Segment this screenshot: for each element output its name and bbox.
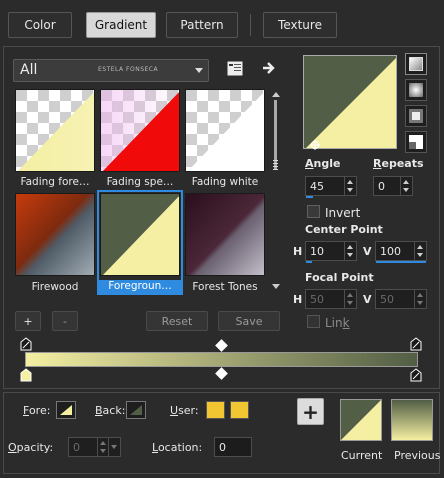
current-label: Current [341,449,383,462]
center-v-label: V [363,245,372,258]
gradient-preview[interactable] [303,55,397,149]
watermark-text: ESTELA FONSECA [98,66,159,73]
gradient-label: Fading white [191,176,259,188]
radial-style-button[interactable] [405,79,427,101]
angle-slider[interactable] [306,196,313,198]
tab-color[interactable]: Color [8,12,72,38]
repeats-input[interactable]: 0 [373,176,413,196]
gradient-thumb-foreground[interactable] [100,193,180,276]
repeats-spinner[interactable] [400,177,412,195]
back-label: Back: [95,404,126,417]
linear-style-button[interactable] [405,53,427,75]
gradient-label-selected: Foregroun… [99,280,181,294]
current-swatch[interactable] [340,399,382,441]
tab-separator [250,14,251,36]
scroll-grip-icon [273,160,278,172]
remove-gradient-button[interactable]: - [52,311,78,331]
angle-spinner[interactable] [344,177,356,195]
center-h-spinner[interactable] [344,242,356,260]
previous-swatch[interactable] [391,399,433,441]
link-checkbox[interactable] [307,315,320,328]
tab-texture[interactable]: Texture [263,12,337,38]
focal-point-label: Focal Point [305,271,374,284]
gradient-label: Fading fore… [20,176,90,188]
opacity-dropdown[interactable] [108,438,120,456]
arrow-right-icon[interactable] [260,59,278,77]
scroll-down-icon[interactable] [272,284,280,289]
location-input[interactable]: 0 [214,437,252,457]
invert-label: Invert [325,206,361,220]
tab-pattern[interactable]: Pattern [166,12,238,38]
gradient-thumb-fading-white[interactable] [185,89,265,172]
opacity-stop-end-icon[interactable] [410,337,422,351]
gradient-label: Forest Tones [192,281,258,293]
center-h-label: H [293,245,303,258]
chevron-down-icon [195,68,203,73]
fore-label: Fore: [23,404,51,417]
user-swatch-1[interactable] [206,401,225,419]
focal-v-spinner[interactable] [414,290,426,308]
gradient-library-icon[interactable] [226,59,244,77]
save-button[interactable]: Save [218,311,280,331]
link-label: Link [325,316,350,330]
focal-v-input[interactable]: 50 [375,289,427,309]
rectangular-style-button[interactable] [405,105,427,127]
center-h-input[interactable]: 10 [305,241,357,263]
focal-h-label: H [293,293,303,306]
center-point-label: Center Point [305,223,383,236]
opacity-stop-start-icon[interactable] [20,337,32,351]
color-stop-start-icon[interactable] [20,368,32,382]
back-swatch[interactable] [126,401,146,419]
gradient-thumb-forest-tones[interactable] [185,193,265,276]
focal-h-spinner[interactable] [344,290,356,308]
center-v-spinner[interactable] [414,242,426,260]
color-stop-end-icon[interactable] [410,368,422,382]
gradient-label: Firewood [31,281,79,293]
angle-label: Angle [305,157,341,170]
user-swatch-2[interactable] [230,401,249,419]
tab-gradient[interactable]: Gradient [86,12,156,38]
add-gradient-button[interactable]: + [15,311,41,331]
category-value: All [20,62,38,78]
user-label: User: [170,404,199,417]
angle-input[interactable]: 45 [305,176,357,198]
opacity-input[interactable]: 0 [68,437,121,457]
add-swatch-button[interactable]: + [297,398,324,425]
repeats-label: Repeats [373,157,424,170]
focal-v-label: V [363,293,372,306]
gradient-thumb-firewood[interactable] [15,193,95,276]
center-v-slider[interactable] [376,261,426,263]
reset-button[interactable]: Reset [146,311,208,331]
previous-label: Previous [394,449,441,462]
gradient-editor-strip[interactable] [25,352,418,367]
sunburst-style-button[interactable] [405,131,427,153]
category-dropdown[interactable]: All ESTELA FONSECA [13,59,209,82]
fore-swatch[interactable] [56,401,76,419]
location-label: Location: [152,441,203,454]
gradient-thumb-fading-spectrum[interactable] [100,89,180,172]
center-v-input[interactable]: 100 [375,241,427,263]
focal-point-marker-icon[interactable] [310,140,320,150]
gradient-label: Fading spe… [106,176,174,188]
gradient-thumb-fading-foreground[interactable] [15,89,95,172]
focal-h-input[interactable]: 50 [305,289,357,309]
opacity-label: Opacity: [8,441,54,454]
invert-checkbox[interactable] [307,205,320,218]
center-h-slider[interactable] [306,261,312,263]
scroll-up-icon[interactable] [272,92,280,97]
